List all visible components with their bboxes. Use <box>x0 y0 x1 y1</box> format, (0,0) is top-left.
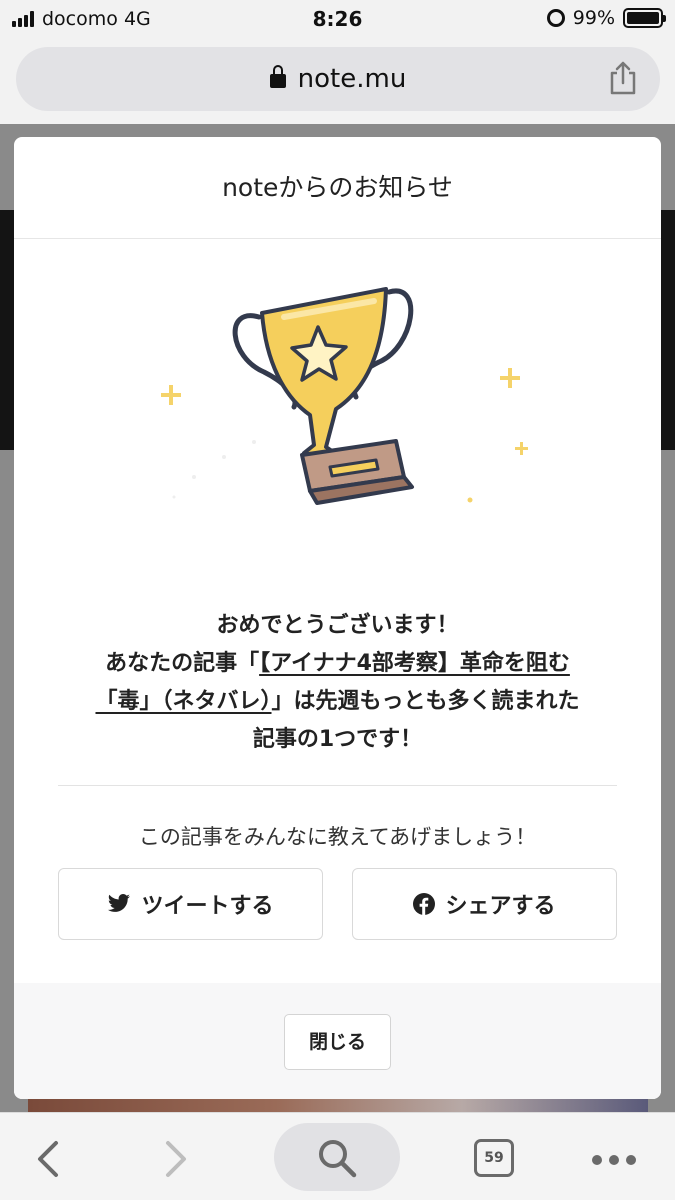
message-line-2: あなたの記事「【アイナナ4部考察】革命を阻む <box>105 651 570 676</box>
facebook-label: シェアする <box>445 894 556 919</box>
message-line-4: 記事の1つです！ <box>252 727 423 752</box>
address-bar[interactable]: note.mu <box>16 47 660 111</box>
tabs-button[interactable]: 59 <box>474 1139 514 1177</box>
tweet-label: ツイートする <box>141 894 274 919</box>
close-button[interactable]: 閉じる <box>284 1014 391 1070</box>
tweet-button[interactable]: ツイートする <box>58 868 323 940</box>
share-prompt: この記事をみんなに教えてあげましょう！ <box>138 825 537 849</box>
status-bar: docomo 4G 8:26 99% <box>0 0 675 40</box>
facebook-share-button[interactable]: シェアする <box>352 868 617 940</box>
congrats-line: おめでとうございます！ <box>216 613 459 638</box>
status-right: 99% <box>546 7 666 29</box>
share-icon[interactable] <box>608 61 638 95</box>
divider <box>58 785 617 786</box>
forward-icon[interactable] <box>160 1139 194 1179</box>
facebook-icon <box>413 893 436 915</box>
congrats-message: おめでとうございます！ あなたの記事「【アイナナ4部考察】革命を阻む 「毒」（ネ… <box>14 607 661 759</box>
notification-modal: noteからのお知らせ おめでとうございます！ あなたの記事「【アイナナ4部考察… <box>14 137 661 1099</box>
modal-title: noteからのお知らせ <box>14 137 661 239</box>
search-button[interactable] <box>274 1123 400 1191</box>
alarm-icon <box>546 9 565 27</box>
trophy-illustration <box>161 287 528 505</box>
browser-address-area: note.mu <box>0 40 675 124</box>
modal-footer: 閉じる <box>14 983 661 1099</box>
article-link-cont[interactable]: 「毒」（ネタバレ） <box>95 689 271 714</box>
lock-icon <box>269 65 286 88</box>
browser-toolbar: 59 <box>0 1112 675 1200</box>
back-icon[interactable] <box>30 1139 64 1179</box>
message-line-3: 「毒」（ネタバレ）」は先週もっとも多く読まれた <box>95 689 580 714</box>
twitter-icon <box>108 894 131 912</box>
battery-percent: 99% <box>572 7 615 29</box>
battery-icon <box>623 8 666 28</box>
search-icon <box>319 1140 357 1178</box>
more-icon[interactable] <box>592 1155 636 1165</box>
article-link[interactable]: 【アイナナ4部考察】革命を阻む <box>259 651 570 676</box>
url-text: note.mu <box>297 64 407 94</box>
